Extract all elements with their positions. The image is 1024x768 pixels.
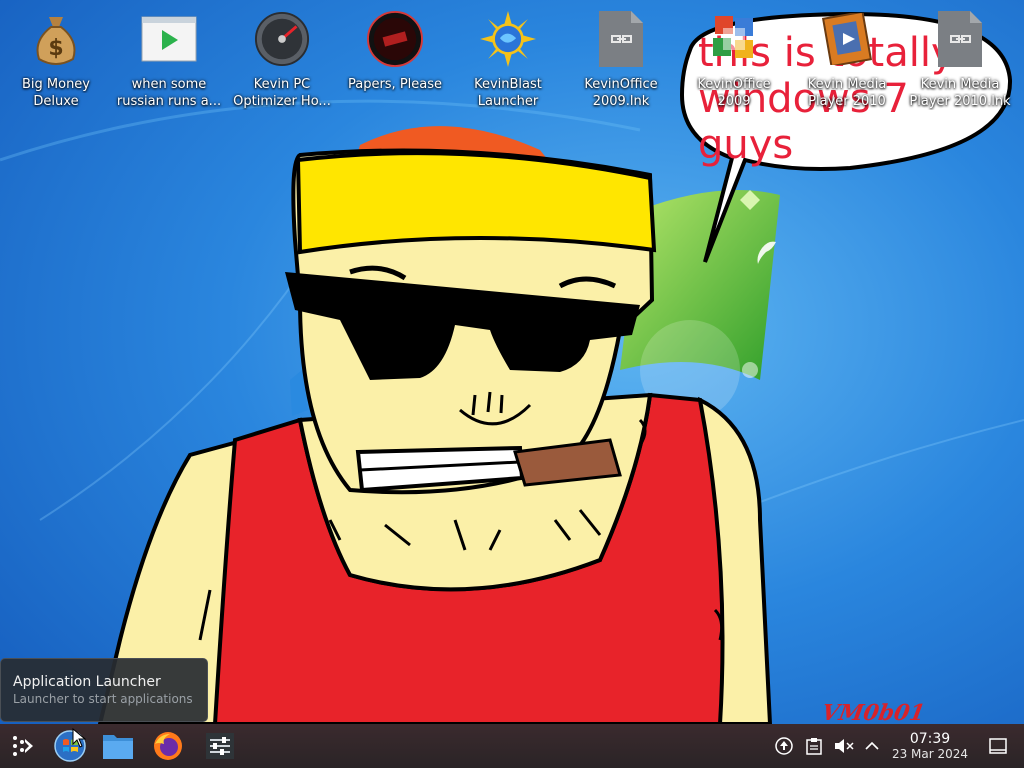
link-file-icon xyxy=(593,8,649,70)
mouse-pointer-icon xyxy=(72,728,86,748)
desktop-icon-kevin-media-player-2010[interactable]: Kevin Media Player 2010 xyxy=(791,8,903,118)
sliders-icon xyxy=(206,733,234,759)
tray-expand[interactable] xyxy=(858,724,886,768)
desktop-icon-kevin-pc-optimizer[interactable]: Kevin PC Optimizer Ho... xyxy=(226,8,338,118)
desktop-icon-papers-please[interactable]: Papers, Please xyxy=(339,8,451,118)
money-bag-icon: $ xyxy=(28,8,84,70)
tray-clipboard[interactable] xyxy=(800,724,828,768)
desktop-icon-label: Kevin Media xyxy=(807,77,887,92)
papers-please-icon xyxy=(367,8,423,70)
office-icon xyxy=(706,8,762,70)
update-icon xyxy=(775,737,793,755)
folder-icon xyxy=(103,735,133,759)
desktop-icon-label: Kevin PC xyxy=(253,77,311,92)
desktop-icon-label: Deluxe xyxy=(33,94,79,109)
desktop-icon-label: KevinOffice xyxy=(584,77,658,92)
desktop-icon-label: Player 2010 xyxy=(808,94,886,109)
tooltip-subtitle: Launcher to start applications xyxy=(13,692,193,706)
desktop-icon-russian-video[interactable]: when some russian runs a... xyxy=(113,8,225,118)
taskbar: 07:39 23 Mar 2024 xyxy=(0,724,1024,768)
clock-date: 23 Mar 2024 xyxy=(891,747,969,761)
show-desktop-button[interactable] xyxy=(984,724,1012,768)
desktop-icon-label: Kevin Media xyxy=(920,77,1000,92)
chevron-up-icon xyxy=(865,741,879,750)
clipboard-icon xyxy=(806,738,822,755)
kde-launcher-icon xyxy=(13,736,33,756)
svg-text:$: $ xyxy=(48,36,63,61)
tray-updates[interactable] xyxy=(770,724,798,768)
desktop[interactable]: this is totally windows 7 guys VM0b01 $ … xyxy=(0,0,1024,724)
sun-globe-icon xyxy=(480,8,536,70)
desktop-icon-label: KevinOffice xyxy=(697,77,771,92)
desktop-icon-big-money-deluxe[interactable]: $ Big Money Deluxe xyxy=(0,8,112,118)
speedometer-icon xyxy=(254,8,310,70)
desktop-icon-kevinoffice-2009-lnk[interactable]: KevinOffice 2009.lnk xyxy=(565,8,677,118)
clock-time: 07:39 xyxy=(909,731,951,747)
desktop-icon-label: Big Money xyxy=(21,77,90,92)
desktop-icon-label: 2009 xyxy=(717,94,751,109)
desktop-icon-label: 2009.lnk xyxy=(592,94,650,109)
media-film-icon xyxy=(819,8,875,70)
tooltip-title: Application Launcher xyxy=(13,674,161,690)
volume-muted-icon xyxy=(835,739,854,753)
desktop-icon-label: when some xyxy=(131,77,207,92)
application-launcher-button[interactable] xyxy=(0,724,44,768)
desktop-icon-kevinoffice-2009[interactable]: KevinOffice 2009 xyxy=(678,8,790,118)
taskbar-settings[interactable] xyxy=(198,724,242,768)
show-desktop-icon xyxy=(989,738,1007,754)
desktop-icon-label: Optimizer Ho... xyxy=(233,94,331,109)
video-player-icon xyxy=(141,8,197,70)
desktop-icon-label: Papers, Please xyxy=(347,77,443,92)
firefox-icon xyxy=(154,732,182,760)
desktop-icon-label: Player 2010.lnk xyxy=(909,94,1011,109)
digital-clock[interactable]: 07:39 23 Mar 2024 xyxy=(884,731,976,762)
desktop-icon-label: KevinBlast xyxy=(474,77,542,92)
tray-volume[interactable] xyxy=(830,724,858,768)
desktop-icon-label: Launcher xyxy=(477,94,539,109)
taskbar-firefox[interactable] xyxy=(146,724,190,768)
artist-signature: VM0b01 xyxy=(819,700,928,724)
taskbar-file-manager[interactable] xyxy=(96,724,140,768)
link-file-icon xyxy=(932,8,988,70)
desktop-icon-kevinblast-launcher[interactable]: KevinBlast Launcher xyxy=(452,8,564,118)
application-launcher-tooltip: Application Launcher Launcher to start a… xyxy=(0,658,208,722)
desktop-icon-label: russian runs a... xyxy=(116,94,222,109)
desktop-icon-kevin-media-player-2010-lnk[interactable]: Kevin Media Player 2010.lnk xyxy=(904,8,1016,118)
